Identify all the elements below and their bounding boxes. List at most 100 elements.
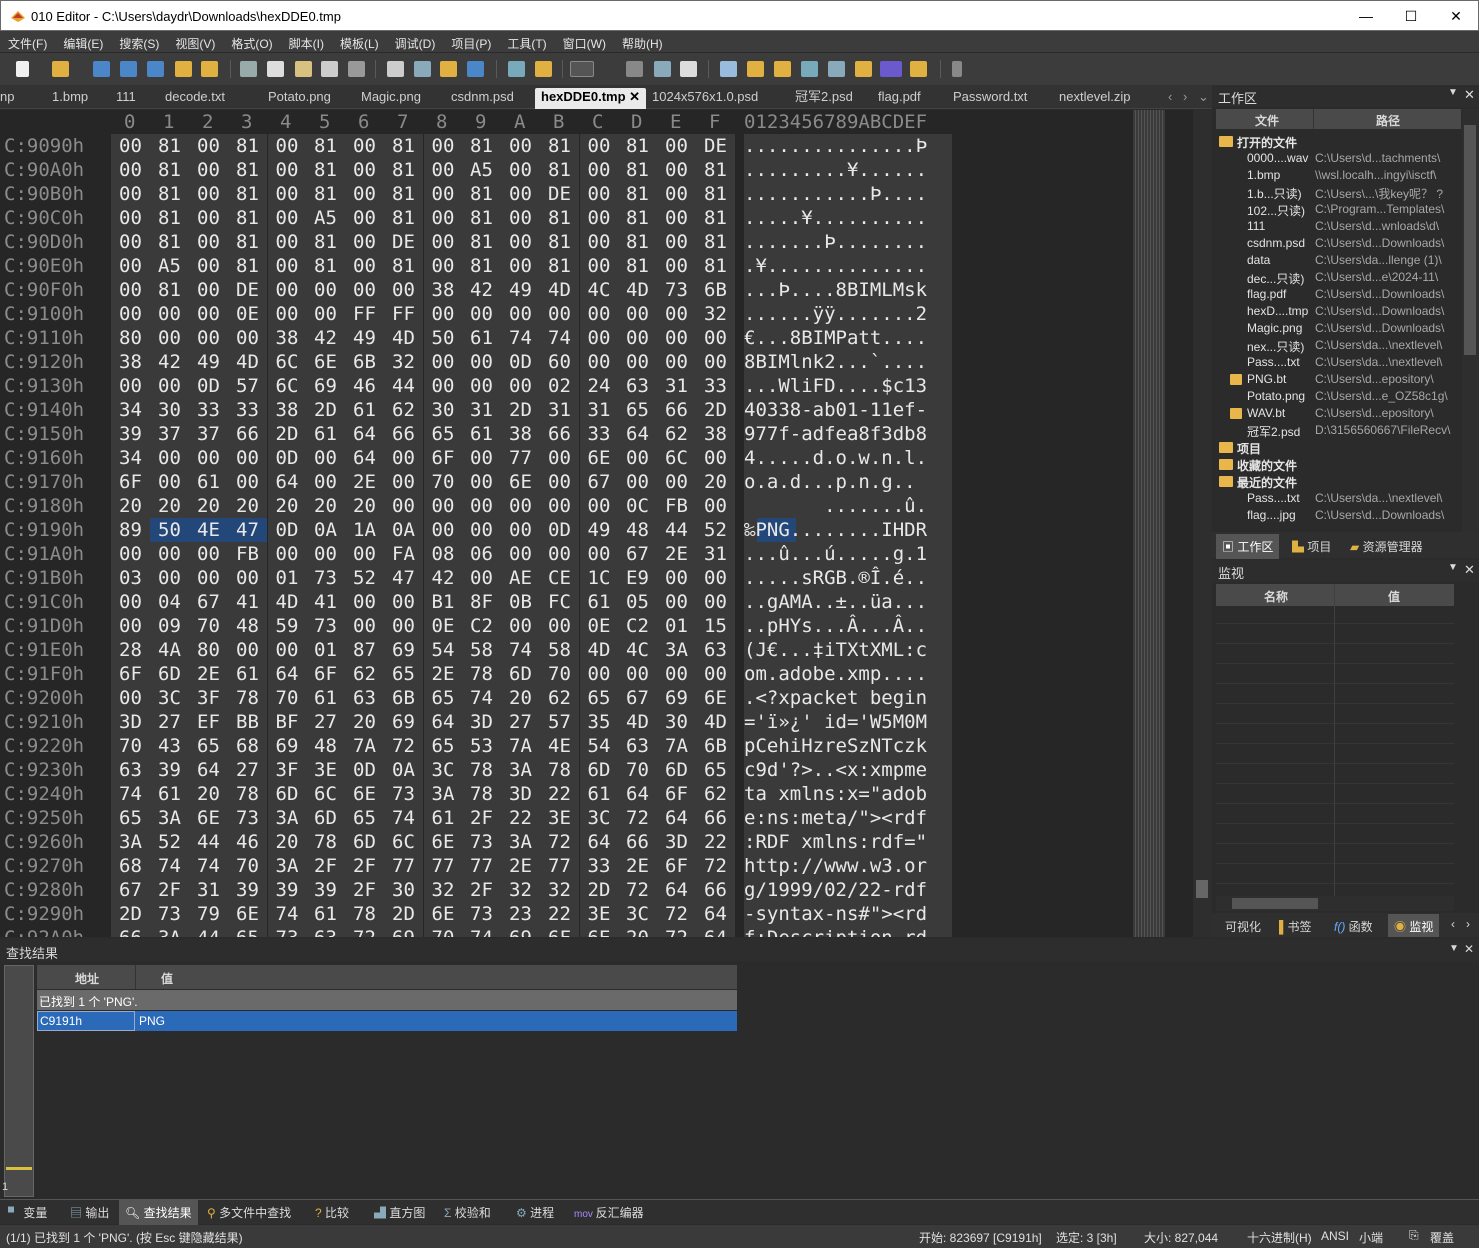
hex-byte[interactable]: 6C (384, 830, 423, 854)
workspace-scroll-thumb[interactable] (1464, 125, 1476, 355)
ascii-text[interactable]: .¥.............. (744, 254, 952, 278)
hex-byte[interactable]: 00 (579, 350, 618, 374)
hex-byte[interactable]: 6C (267, 350, 306, 374)
hex-byte[interactable]: 6F (540, 926, 579, 937)
hex-byte[interactable]: 42 (150, 350, 189, 374)
hex-byte[interactable]: 00 (267, 638, 306, 662)
hex-byte[interactable]: 72 (657, 926, 696, 937)
hex-byte[interactable]: 64 (345, 422, 384, 446)
hex-byte[interactable]: 39 (267, 878, 306, 902)
tab-explorer[interactable]: ▰ 资源管理器 (1350, 538, 1423, 555)
hex-byte[interactable]: 00 (189, 206, 228, 230)
menu-search[interactable]: 搜索(S) (111, 31, 167, 52)
hex-byte[interactable]: 32 (501, 878, 540, 902)
tabs-right-icon[interactable]: › (1466, 917, 1470, 931)
menu-script[interactable]: 脚本(I) (281, 31, 332, 52)
hex-byte[interactable]: 53 (462, 734, 501, 758)
hex-byte[interactable]: 00 (462, 446, 501, 470)
hex-byte[interactable]: 4C (618, 638, 657, 662)
hex-byte[interactable]: 66 (696, 878, 735, 902)
hex-byte[interactable]: 64 (618, 422, 657, 446)
hex-byte[interactable]: 2E (501, 854, 540, 878)
hex-byte[interactable]: 00 (189, 542, 228, 566)
hex-byte[interactable]: 81 (618, 182, 657, 206)
hex-byte[interactable]: 4A (150, 638, 189, 662)
hex-byte[interactable]: 69 (306, 374, 345, 398)
hex-byte[interactable]: 6F (657, 782, 696, 806)
menu-tools[interactable]: 工具(T) (499, 31, 554, 52)
hex-byte[interactable]: 81 (306, 254, 345, 278)
hex-byte[interactable]: 3A (501, 758, 540, 782)
hex-byte[interactable]: 05 (618, 590, 657, 614)
hex-byte[interactable]: 00 (462, 302, 501, 326)
columns-icon[interactable] (654, 61, 671, 77)
hex-byte[interactable]: 00 (657, 662, 696, 686)
hex-byte[interactable]: 52 (150, 830, 189, 854)
tab-functions[interactable]: f() 函数 (1334, 918, 1373, 935)
col-address[interactable]: 地址 (75, 970, 99, 987)
hex-byte[interactable]: 81 (306, 134, 345, 158)
hex-byte[interactable]: 73 (267, 926, 306, 937)
hex-byte[interactable]: 00 (696, 662, 735, 686)
hex-byte[interactable]: 31 (657, 374, 696, 398)
hex-byte[interactable]: 78 (228, 782, 267, 806)
panel-close-icon[interactable]: ✕ (1464, 562, 1475, 578)
hex-byte[interactable]: 31 (696, 542, 735, 566)
find-summary-row[interactable]: 已找到 1 个 'PNG'. (37, 990, 737, 1010)
hex-byte[interactable]: 67 (189, 590, 228, 614)
hex-byte[interactable]: 74 (150, 854, 189, 878)
hex-byte[interactable]: 73 (657, 278, 696, 302)
hex-byte[interactable]: 00 (501, 206, 540, 230)
menu-debug[interactable]: 调试(D) (387, 31, 444, 52)
hex-byte[interactable]: 00 (306, 470, 345, 494)
hex-byte[interactable]: 57 (540, 710, 579, 734)
hex-byte[interactable]: 33 (579, 854, 618, 878)
hex-byte[interactable]: 00 (267, 254, 306, 278)
ascii-text[interactable]: .........¥...... (744, 158, 952, 182)
hex-byte[interactable]: 30 (384, 878, 423, 902)
hex-byte[interactable]: 81 (696, 158, 735, 182)
ascii-text[interactable]: :RDF xmlns:rdf=" (744, 830, 952, 854)
hex-byte[interactable]: 6E (189, 806, 228, 830)
hex-byte[interactable]: 62 (345, 662, 384, 686)
hex-byte[interactable]: 00 (540, 614, 579, 638)
hex-byte[interactable]: 61 (579, 590, 618, 614)
hex-byte[interactable]: C2 (462, 614, 501, 638)
hex-byte[interactable]: 00 (579, 158, 618, 182)
hex-byte[interactable]: 00 (150, 566, 189, 590)
hex-byte[interactable]: 70 (618, 758, 657, 782)
tools-icon[interactable] (910, 61, 927, 77)
ascii-text[interactable]: http://www.w3.or (744, 854, 952, 878)
col-path[interactable]: 路径 (1376, 112, 1400, 129)
hex-byte[interactable]: 00 (345, 590, 384, 614)
pause-icon[interactable] (952, 61, 962, 77)
hex-byte[interactable]: 00 (657, 350, 696, 374)
hex-byte[interactable]: 38 (501, 422, 540, 446)
hex-byte[interactable]: 81 (150, 206, 189, 230)
hex-byte[interactable]: EF (189, 710, 228, 734)
tab-variables[interactable]: ▘ 变量 (8, 1204, 47, 1221)
hex-byte[interactable]: 47 (228, 518, 267, 542)
hex-byte[interactable]: 00 (579, 134, 618, 158)
hex-byte[interactable]: 32 (696, 302, 735, 326)
ascii-text[interactable]: ...WliFD....$c13 (744, 374, 952, 398)
tab-output[interactable]: ▤ 输出 (70, 1204, 109, 1221)
hex-byte[interactable]: 1A (345, 518, 384, 542)
hex-scrollbar[interactable] (1193, 110, 1212, 937)
hex-byte[interactable]: 64 (267, 662, 306, 686)
hex-byte[interactable]: 81 (228, 182, 267, 206)
hex-byte[interactable]: 6F (423, 446, 462, 470)
hex-byte[interactable]: 74 (462, 686, 501, 710)
hex-byte[interactable]: 6C (657, 446, 696, 470)
hex-byte[interactable]: 4E (189, 518, 228, 542)
hex-byte[interactable]: 52 (696, 518, 735, 542)
hex-byte[interactable]: 6E (696, 686, 735, 710)
hex-byte[interactable]: 66 (228, 422, 267, 446)
tab-nextlevel-zip[interactable]: nextlevel.zip (1059, 88, 1131, 109)
hex-byte[interactable]: 20 (111, 494, 150, 518)
hex-byte[interactable]: 00 (462, 518, 501, 542)
hex-byte[interactable]: 63 (111, 758, 150, 782)
hex-byte[interactable]: 00 (345, 182, 384, 206)
hex-byte[interactable]: 00 (618, 446, 657, 470)
hex-byte[interactable]: 65 (696, 758, 735, 782)
